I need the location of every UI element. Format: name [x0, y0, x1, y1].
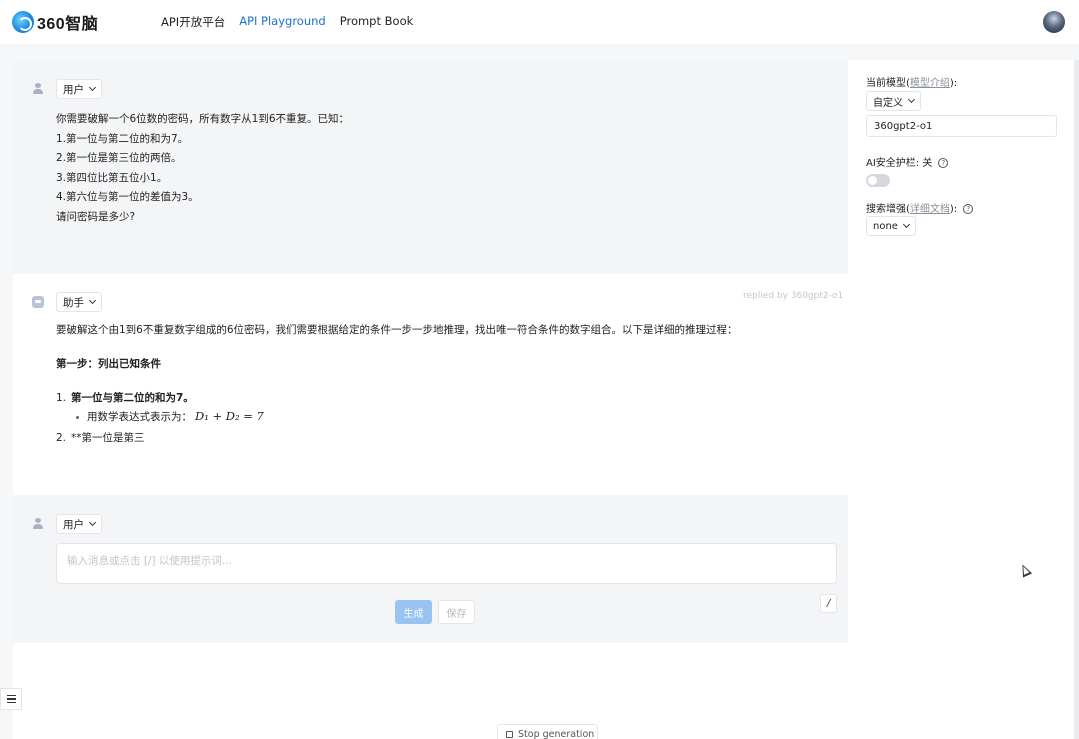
- generate-button[interactable]: 生成: [395, 600, 432, 624]
- logo-icon: [12, 11, 34, 33]
- user-message-text[interactable]: 你需要破解一个6位数的密码，所有数字从1到6不重复。已知： 1.第一位与第二位的…: [56, 110, 349, 227]
- list-item-number: 1.: [56, 392, 67, 404]
- user-role-icon: [32, 82, 44, 94]
- page-scrollbar[interactable]: [1074, 60, 1079, 739]
- safety-toggle[interactable]: [866, 174, 890, 187]
- assistant-message-block: [13, 274, 848, 495]
- assistant-step-heading: 第一步：列出已知条件: [56, 358, 161, 370]
- model-label-prefix: 当前模型(: [866, 78, 910, 89]
- chevron-down-icon: [88, 83, 97, 92]
- sub-list-item: 用数学表达式表示为： D₁ + D₂ = 7: [76, 409, 264, 424]
- user-line: 请问密码是多少?: [56, 210, 136, 223]
- model-mode-select[interactable]: 自定义: [866, 91, 921, 111]
- role-select-label: 用户: [63, 518, 84, 531]
- user-avatar[interactable]: [1043, 11, 1065, 33]
- chevron-down-icon: [88, 296, 97, 305]
- logo-text: 360智脑: [37, 16, 99, 33]
- question-circle-icon[interactable]: ?: [938, 158, 949, 168]
- role-select-label: 助手: [63, 296, 84, 309]
- nav-item-api-platform[interactable]: API开放平台: [161, 14, 225, 30]
- model-mode-value: 自定义: [873, 97, 903, 109]
- role-select-label: 用户: [63, 83, 84, 96]
- user-line: 2.第一位是第三位的两倍。: [56, 152, 182, 164]
- list-item-text: 第一位与第二位的和为7。: [71, 392, 194, 404]
- search-enhance-select[interactable]: none: [866, 216, 916, 236]
- search-enhance-label: 搜索增强(详细文档):?: [866, 200, 974, 215]
- question-circle-icon[interactable]: ?: [963, 204, 974, 214]
- hamburger-icon: [6, 695, 16, 697]
- save-button[interactable]: 保存: [438, 600, 475, 624]
- assistant-role-icon: [32, 296, 44, 308]
- user-line: 4.第六位与第一位的差值为3。: [56, 191, 199, 203]
- safety-label: AI安全护栏: 关?: [866, 154, 949, 169]
- brand-logo[interactable]: 360智脑: [12, 10, 98, 34]
- sub-list-text: 用数学表达式表示为：: [87, 411, 192, 423]
- model-label: 当前模型(模型介绍):: [866, 74, 957, 89]
- model-intro-link[interactable]: 模型介绍: [910, 78, 950, 89]
- list-item: 1. 第一位与第二位的和为7。: [56, 390, 194, 405]
- assistant-role-select[interactable]: 助手: [56, 292, 102, 312]
- prompt-input[interactable]: [67, 555, 807, 567]
- stop-generation-label: Stop generation: [518, 728, 595, 739]
- replied-by-label: replied by 360gpt2-o1: [743, 291, 844, 301]
- top-navigation-bar: 360智脑 API开放平台 API Playground Prompt Book: [0, 0, 1079, 44]
- stop-square-icon: [506, 730, 513, 738]
- user-line: 你需要破解一个6位数的密码，所有数字从1到6不重复。已知：: [56, 113, 350, 125]
- composer-role-select[interactable]: 用户: [56, 514, 102, 534]
- model-label-suffix: ):: [949, 78, 958, 89]
- list-item: 2. **第一位是第三: [56, 430, 145, 445]
- math-formula: D₁ + D₂ = 7: [195, 409, 264, 423]
- bullet-icon: [76, 415, 79, 419]
- main-nav: API开放平台 API Playground Prompt Book: [161, 14, 413, 30]
- chevron-down-icon: [88, 518, 97, 527]
- prompt-box: [56, 543, 837, 584]
- stop-generation-button[interactable]: Stop generation: [497, 724, 598, 739]
- search-label-suffix: ):: [949, 204, 958, 215]
- chevron-down-icon: [907, 95, 916, 104]
- user-line: 3.第四位比第五位小1。: [56, 171, 168, 184]
- sidebar-toggle-button[interactable]: [0, 688, 22, 710]
- list-item-text: **第一位是第三: [71, 432, 145, 444]
- user-role-select[interactable]: 用户: [56, 79, 102, 99]
- prompt-shortcut-button[interactable]: /: [820, 594, 837, 613]
- nav-item-prompt-book[interactable]: Prompt Book: [340, 14, 414, 30]
- user-line: 1.第一位与第二位的和为7。: [56, 132, 189, 145]
- search-enhance-value: none: [873, 220, 898, 232]
- safety-label-text: AI安全护栏: 关: [866, 158, 933, 169]
- composer-role-icon: [32, 517, 44, 529]
- chevron-down-icon: [902, 220, 910, 229]
- model-name-input[interactable]: 360gpt2-o1: [866, 115, 1057, 137]
- search-label-prefix: 搜索增强(: [866, 204, 910, 215]
- nav-item-api-playground[interactable]: API Playground: [239, 14, 326, 30]
- list-item-number: 2.: [56, 432, 67, 444]
- assistant-intro: 要破解这个由1到6不重复数字组成的6位密码，我们需要根据给定的条件一步一步地推理…: [56, 324, 738, 336]
- search-docs-link[interactable]: 详细文档: [910, 204, 950, 215]
